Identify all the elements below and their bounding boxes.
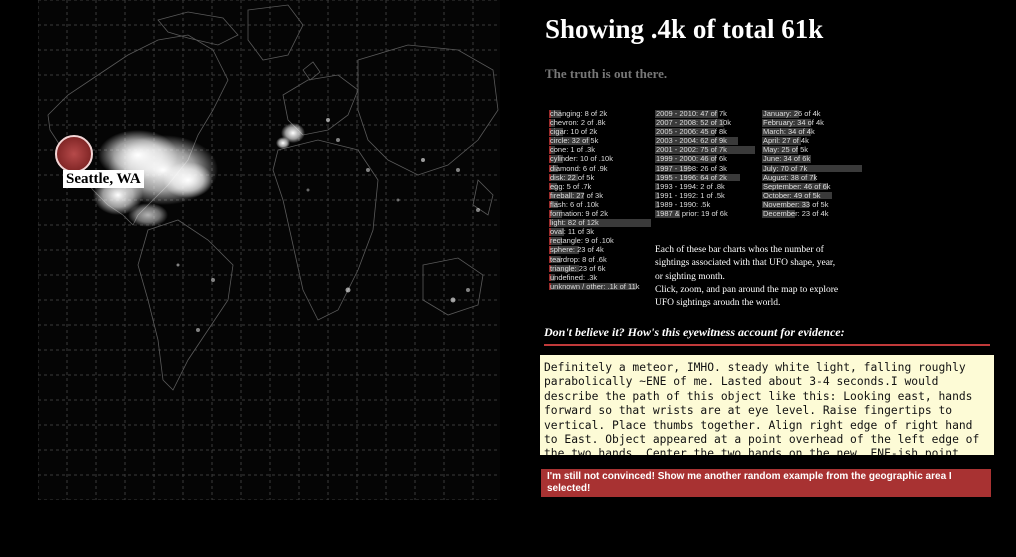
page-subtitle: The truth is out there.: [545, 66, 668, 81]
shape-label: fireball: 27 of 3k: [550, 190, 603, 200]
shape-label: undefined: .3k: [550, 272, 598, 282]
shape-bar-chart: changing: 8 of 2k chevron: 2 of .8k cigar:…: [549, 109, 651, 291]
year-row[interactable]: 2007 - 2008: 52 of 10k: [655, 118, 755, 127]
shape-row[interactable]: cylinder: 10 of .10k: [549, 154, 649, 163]
month-row[interactable]: November: 33 of 5k: [762, 200, 862, 209]
year-row[interactable]: 1991 - 1992: 1 of .5k: [655, 191, 755, 200]
year-label: 2003 - 2004: 62 of 9k: [656, 136, 727, 146]
shape-label: changing: 8 of 2k: [550, 109, 608, 118]
shape-row[interactable]: fireball: 27 of 3k: [549, 191, 649, 200]
shape-label: flash: 6 of .10k: [550, 199, 599, 209]
shape-label: diamond: 6 of .9k: [550, 163, 608, 173]
year-row[interactable]: 1997 - 1998: 26 of 3k: [655, 164, 755, 173]
month-bar-chart: January: 26 of 4k February: 34 of 4k March…: [762, 109, 862, 218]
shape-row[interactable]: teardrop: 8 of .6k: [549, 255, 649, 264]
chart-description-line: Click, zoom, and pan around the map to e…: [655, 284, 839, 295]
shape-row[interactable]: oval: 11 of 3k: [549, 227, 649, 236]
shape-row[interactable]: cigar: 10 of 2k: [549, 127, 649, 136]
year-label: 1993 - 1994: 2 of .8k: [656, 181, 725, 191]
shape-row[interactable]: undefined: .3k: [549, 273, 649, 282]
month-label: June: 34 of 6k: [763, 154, 811, 164]
world-map[interactable]: Seattle, WA: [38, 0, 500, 500]
shape-label: formation: 9 of 2k: [550, 209, 608, 219]
year-label: 1995 - 1996: 64 of 2k: [656, 172, 727, 182]
year-row[interactable]: 1993 - 1994: 2 of .8k: [655, 182, 755, 191]
shape-label: teardrop: 8 of .6k: [550, 254, 607, 264]
shape-label: triangle: 23 of 6k: [550, 263, 606, 273]
account-heading: Don't believe it? How's this eyewitness …: [544, 325, 990, 346]
shape-row[interactable]: diamond: 6 of .9k: [549, 164, 649, 173]
month-row[interactable]: February: 34 of 4k: [762, 118, 862, 127]
year-label: 2009 - 2010: 47 of 7k: [656, 109, 727, 118]
shape-label: egg: 5 of .7k: [550, 181, 592, 191]
year-bar-chart: 2009 - 2010: 47 of 7k 2007 - 2008: 52 of …: [655, 109, 755, 218]
shape-row[interactable]: egg: 5 of .7k: [549, 182, 649, 191]
year-label: 1987 & prior: 19 of 6k: [656, 209, 728, 219]
month-label: February: 34 of 4k: [763, 118, 824, 128]
chart-description-line: or sighting month.: [655, 271, 725, 282]
month-label: July: 70 of 7k: [763, 163, 808, 173]
year-label: 1989 - 1990: .5k: [656, 199, 711, 209]
month-row[interactable]: October: 49 of 5k: [762, 191, 862, 200]
shape-row[interactable]: unknown / other: .1k of 11k: [549, 282, 649, 291]
chart-description-line: sightings associated with that UFO shape…: [655, 258, 836, 269]
location-label: Seattle, WA: [63, 170, 144, 188]
location-marker[interactable]: [55, 135, 93, 173]
year-row[interactable]: 2005 - 2006: 45 of 8k: [655, 127, 755, 136]
eyewitness-account[interactable]: Definitely a meteor, IMHO. steady white …: [540, 355, 994, 455]
shape-row[interactable]: formation: 9 of 2k: [549, 209, 649, 218]
shape-row[interactable]: chevron: 2 of .8k: [549, 118, 649, 127]
another-example-button[interactable]: I'm still not convinced! Show me another…: [541, 469, 991, 497]
year-label: 1997 - 1998: 26 of 3k: [656, 163, 727, 173]
shape-row[interactable]: triangle: 23 of 6k: [549, 264, 649, 273]
month-label: November: 33 of 5k: [763, 199, 829, 209]
chart-description-line: Each of these bar charts whos the number…: [655, 245, 824, 255]
month-row[interactable]: July: 70 of 7k: [762, 164, 862, 173]
month-row[interactable]: June: 34 of 6k: [762, 154, 862, 163]
year-label: 2007 - 2008: 52 of 10k: [656, 118, 732, 128]
shape-row[interactable]: sphere: 23 of 4k: [549, 245, 649, 254]
month-label: September: 46 of 6k: [763, 181, 831, 191]
year-row[interactable]: 2009 - 2010: 47 of 7k: [655, 109, 755, 118]
shape-row[interactable]: circle: 32 of 5k: [549, 136, 649, 145]
year-label: 2005 - 2006: 45 of 8k: [656, 127, 727, 137]
month-row[interactable]: January: 26 of 4k: [762, 109, 862, 118]
month-label: August: 38 of 7k: [763, 172, 818, 182]
shape-label: sphere: 23 of 4k: [550, 245, 604, 255]
month-row[interactable]: December: 23 of 4k: [762, 209, 862, 218]
month-row[interactable]: September: 46 of 6k: [762, 182, 862, 191]
shape-row[interactable]: light: 82 of 12k: [549, 218, 651, 228]
year-row[interactable]: 1995 - 1996: 64 of 2k: [655, 173, 755, 182]
shape-row[interactable]: flash: 6 of .10k: [549, 200, 649, 209]
shape-label: circle: 32 of 5k: [550, 136, 599, 146]
year-row[interactable]: 1989 - 1990: .5k: [655, 200, 755, 209]
month-label: December: 23 of 4k: [763, 209, 829, 219]
month-label: October: 49 of 5k: [763, 190, 821, 200]
month-row[interactable]: April: 27 of 4k: [762, 136, 862, 145]
chart-description-line: UFO sightings aroudn the world.: [655, 298, 781, 309]
shape-label: oval: 11 of 3k: [550, 227, 595, 237]
shape-label: disk: 22 of 5k: [550, 172, 595, 182]
shape-label: rectangle: 9 of .10k: [550, 236, 614, 246]
shape-label: unknown / other: .1k of 11k: [550, 281, 640, 291]
month-row[interactable]: August: 38 of 7k: [762, 173, 862, 182]
month-row[interactable]: March: 34 of 4k: [762, 127, 862, 136]
shape-row[interactable]: changing: 8 of 2k: [549, 109, 649, 118]
month-label: January: 26 of 4k: [763, 109, 821, 118]
month-label: April: 27 of 4k: [763, 136, 809, 146]
shape-label: cylinder: 10 of .10k: [550, 154, 613, 164]
page-title: Showing .4k of total 61k: [545, 14, 824, 44]
shape-label: cigar: 10 of 2k: [550, 127, 598, 137]
year-label: 1991 - 1992: 1 of .5k: [656, 190, 725, 200]
year-row[interactable]: 2003 - 2004: 62 of 9k: [655, 136, 755, 145]
year-row[interactable]: 1999 - 2000: 46 of 6k: [655, 154, 755, 163]
shape-label: light: 82 of 12k: [550, 218, 599, 228]
year-label: 1999 - 2000: 46 of 6k: [656, 154, 727, 164]
month-label: March: 34 of 4k: [763, 127, 815, 137]
chart-description: Each of these bar charts whos the number…: [655, 244, 875, 310]
shape-label: chevron: 2 of .8k: [550, 118, 606, 128]
map-canvas[interactable]: [38, 0, 500, 500]
shape-row[interactable]: disk: 22 of 5k: [549, 173, 649, 182]
year-row[interactable]: 1987 & prior: 19 of 6k: [655, 209, 755, 218]
